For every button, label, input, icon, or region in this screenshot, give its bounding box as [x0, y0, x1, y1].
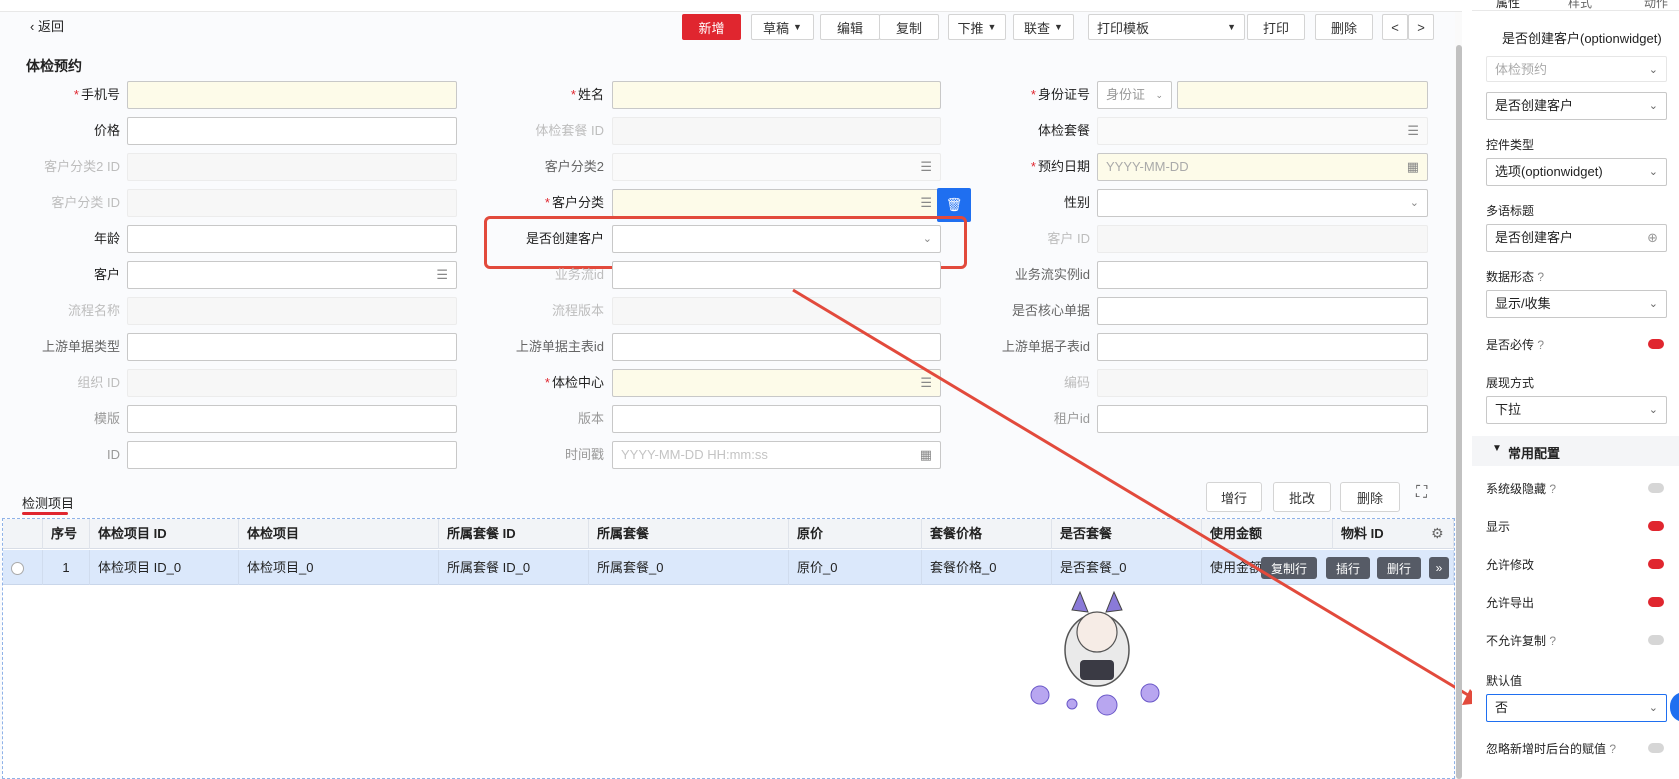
- required-toggle[interactable]: [1648, 339, 1664, 349]
- allow-export-toggle[interactable]: [1648, 597, 1664, 607]
- allow-export-label: 允许导出: [1486, 596, 1535, 610]
- field-title: 是否创建客户(optionwidget): [1502, 31, 1662, 46]
- default-value-select[interactable]: 否 ⌄: [1486, 694, 1667, 722]
- show-toggle[interactable]: [1648, 521, 1664, 531]
- side-handle[interactable]: [1670, 692, 1679, 722]
- entity-select[interactable]: 体检预约 ⌄: [1486, 56, 1667, 82]
- chevron-down-icon: ⌄: [1648, 298, 1658, 310]
- widget-type-label: 控件类型: [1486, 138, 1535, 152]
- common-config-header[interactable]: ▼ 常用配置: [1472, 436, 1679, 466]
- globe-icon: ⊕: [1647, 230, 1658, 245]
- required-label: 是否必传 ?: [1486, 338, 1545, 352]
- widget-type-select[interactable]: 选项(optionwidget) ⌄: [1486, 158, 1667, 186]
- data-form-select[interactable]: 显示/收集 ⌄: [1486, 290, 1667, 318]
- chevron-down-icon: ⌄: [1648, 702, 1658, 714]
- chevron-down-icon: ⌄: [1648, 404, 1658, 416]
- scrollbar-thumb[interactable]: [1456, 45, 1462, 779]
- no-copy-label: 不允许复制 ?: [1486, 634, 1557, 648]
- help-icon: ?: [1549, 482, 1557, 496]
- chevron-down-icon: ⌄: [1648, 100, 1658, 112]
- show-label: 显示: [1486, 520, 1511, 534]
- caret-down-icon: ▼: [1492, 443, 1502, 454]
- main-area: ‹ 返回 新增 草稿 ▼ 编辑 复制 下推 ▼ 联查 ▼ 打印模板 ▼ 打印 删除 < …: [0, 0, 1482, 779]
- properties-panel: 属性 样式 动作 是否创建客户(optionwidget) 体检预约 ⌄ 是否创建…: [1472, 0, 1679, 779]
- i18n-input[interactable]: 是否创建客户 ⊕: [1486, 224, 1667, 252]
- help-icon: ?: [1609, 742, 1617, 756]
- chevron-down-icon: ⌄: [1648, 64, 1658, 76]
- display-select[interactable]: 下拉 ⌄: [1486, 396, 1667, 424]
- display-label: 展现方式: [1486, 376, 1535, 390]
- i18n-label: 多语标题: [1486, 204, 1535, 218]
- default-label: 默认值: [1486, 674, 1523, 688]
- sys-hidden-toggle[interactable]: [1648, 483, 1664, 493]
- allow-edit-label: 允许修改: [1486, 558, 1535, 572]
- allow-edit-toggle[interactable]: [1648, 559, 1664, 569]
- ignore-toggle[interactable]: [1648, 743, 1664, 753]
- no-copy-toggle[interactable]: [1648, 635, 1664, 645]
- help-icon: ?: [1537, 270, 1545, 284]
- sys-hidden-label: 系统级隐藏 ?: [1486, 482, 1557, 496]
- data-form-label: 数据形态 ?: [1486, 270, 1545, 284]
- ignore-label: 忽略新增时后台的赋值 ?: [1486, 742, 1617, 756]
- field-select[interactable]: 是否创建客户 ⌄: [1486, 92, 1667, 120]
- chevron-down-icon: ⌄: [1648, 166, 1658, 178]
- help-icon: ?: [1549, 634, 1557, 648]
- annotation-arrow: [792, 288, 1482, 705]
- help-icon: ?: [1537, 338, 1545, 352]
